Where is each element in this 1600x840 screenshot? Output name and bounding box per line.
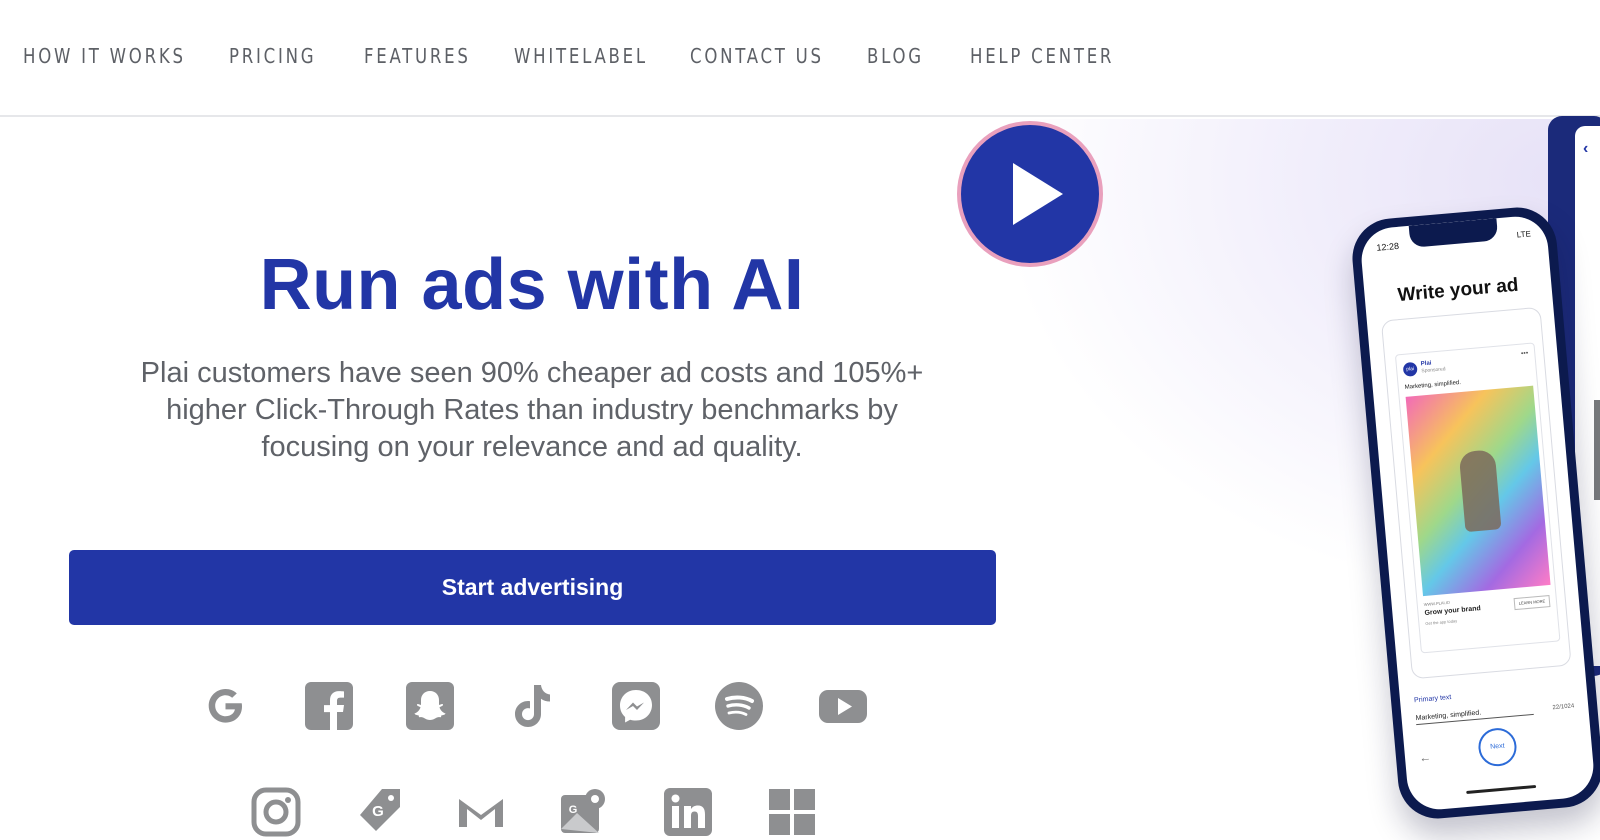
char-count: 22/1024 <box>1552 703 1575 712</box>
ad-subtext: Get the app today <box>1425 618 1458 626</box>
nav-help-center[interactable]: HELP CENTER <box>970 44 1114 68</box>
snapchat-icon[interactable] <box>403 679 457 733</box>
nav-how-it-works[interactable]: HOW IT WORKS <box>23 44 186 68</box>
nav-pricing[interactable]: PRICING <box>229 44 316 68</box>
nav-blog[interactable]: BLOG <box>867 44 924 68</box>
chevron-left-icon: ‹ <box>1583 140 1589 157</box>
linkedin-icon[interactable] <box>661 785 715 839</box>
nav-contact-us[interactable]: CONTACT US <box>690 44 824 68</box>
phone-time: 12:28 <box>1376 240 1400 253</box>
ad-sponsored: Sponsored <box>1421 366 1446 375</box>
top-navigation: HOW IT WORKS PRICING FEATURES WHITELABEL… <box>0 0 1600 117</box>
ad-image <box>1405 385 1551 597</box>
google-maps-icon[interactable]: G <box>557 785 611 839</box>
start-advertising-button[interactable]: Start advertising <box>69 550 996 625</box>
primary-text-label: Primary text <box>1413 693 1452 705</box>
nav-whitelabel[interactable]: WHITELABEL <box>514 44 648 68</box>
hero-title: Run ads with AI <box>259 245 805 325</box>
youtube-icon[interactable] <box>816 679 870 733</box>
primary-text-input: Marketing, simplified. <box>1415 704 1534 726</box>
ad-cta: LEARN MORE <box>1513 595 1551 611</box>
hero-subtitle: Plai customers have seen 90% cheaper ad … <box>70 355 994 466</box>
phone-status: LTE <box>1516 229 1532 240</box>
messenger-icon[interactable] <box>609 679 663 733</box>
tiktok-icon[interactable] <box>505 679 559 733</box>
nav-features[interactable]: FEATURES <box>364 44 471 68</box>
ad-preview-card: plai Plai Sponsored ••• Marketing, simpl… <box>1380 306 1572 680</box>
phone-title: Write your ad <box>1396 274 1520 307</box>
hero-subtitle-line: higher Click-Through Rates than industry… <box>166 394 898 426</box>
back-arrow-icon: ← <box>1418 750 1432 765</box>
instagram-icon[interactable] <box>249 785 303 839</box>
gmail-icon[interactable] <box>454 785 508 839</box>
next-button: Next <box>1476 726 1519 768</box>
more-options-icon: ••• <box>1520 349 1529 358</box>
ad-url: WWW.PLAI.IO <box>1423 599 1451 608</box>
hero-subtitle-line: Plai customers have seen 90% cheaper ad … <box>140 357 924 389</box>
secondary-phone-text <box>1594 400 1600 500</box>
brand-avatar: plai <box>1402 361 1418 377</box>
hero-subtitle-line: focusing on your relevance and ad qualit… <box>261 431 803 463</box>
ad-headline: Grow your brand <box>1424 605 1482 617</box>
home-indicator <box>1466 784 1537 795</box>
microsoft-icon[interactable] <box>765 785 819 839</box>
google-icon[interactable] <box>198 679 252 733</box>
google-ads-tag-icon[interactable]: G <box>352 785 406 839</box>
svg-text:G: G <box>372 803 384 820</box>
ad-post: plai Plai Sponsored ••• Marketing, simpl… <box>1394 342 1561 654</box>
svg-text:G: G <box>569 804 578 816</box>
spotify-icon[interactable] <box>712 679 766 733</box>
cat-illustration <box>1458 449 1502 533</box>
ad-brand: Plai <box>1420 360 1432 368</box>
ad-caption: Marketing, simplified. <box>1404 379 1462 391</box>
facebook-icon[interactable] <box>302 679 356 733</box>
play-icon <box>1013 163 1063 225</box>
play-video-button[interactable] <box>957 121 1103 267</box>
